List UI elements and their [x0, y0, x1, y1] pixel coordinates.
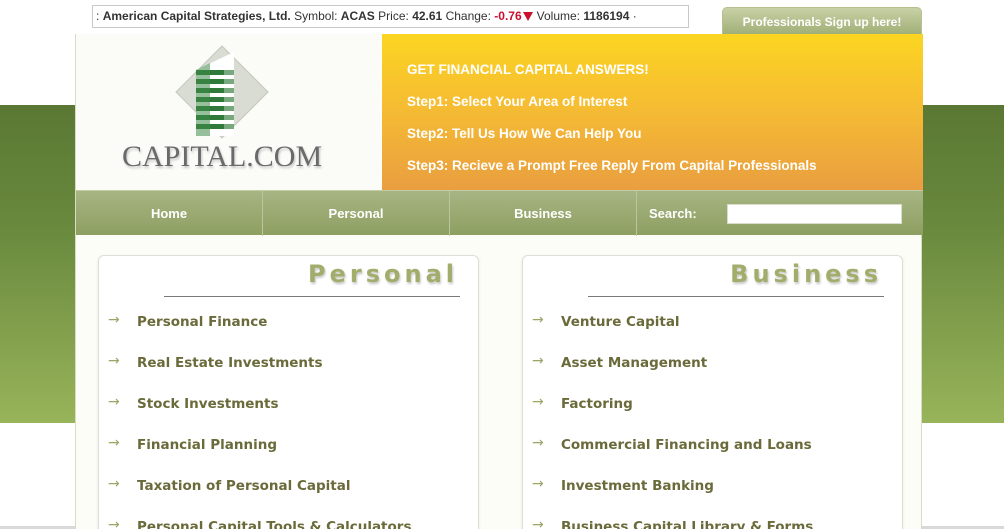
search-input[interactable] [727, 204, 902, 224]
ticker-volume: 1186194 [583, 9, 630, 23]
list-item[interactable]: → Taxation of Personal Capital [99, 473, 478, 514]
arrow-right-icon: → [532, 394, 544, 410]
arrow-right-icon: → [108, 476, 120, 492]
list-item[interactable]: → Factoring [523, 391, 902, 432]
ticker-price-label: Price: [378, 9, 409, 23]
down-arrow-icon [522, 12, 533, 21]
arrow-right-icon: → [532, 435, 544, 451]
ticker-symbol-label: Symbol: [294, 9, 338, 23]
list-item-label[interactable]: Business Capital Library & Forms [561, 519, 813, 529]
list-item-label[interactable]: Personal Capital Tools & Calculators [137, 519, 411, 529]
list-item[interactable]: → Business Capital Library & Forms [523, 514, 902, 529]
list-item-label[interactable]: Asset Management [561, 355, 707, 371]
business-list: → Venture Capital → Asset Management → Fact… [523, 309, 902, 529]
list-item-label[interactable]: Personal Finance [137, 314, 267, 330]
list-item[interactable]: → Real Estate Investments [99, 350, 478, 391]
logo[interactable]: CAPITAL.COM [76, 34, 382, 190]
arrow-right-icon: → [108, 517, 120, 529]
main-nav: Home Personal Business Search: [76, 190, 923, 236]
ticker-prefix: : [96, 9, 100, 23]
list-item[interactable]: → Commercial Financing and Loans [523, 432, 902, 473]
ticker-price: 42.61 [412, 9, 443, 23]
business-panel: Business → Venture Capital → Asset Managem… [522, 255, 903, 529]
personal-title: Personal [308, 260, 458, 288]
list-item[interactable]: → Financial Planning [99, 432, 478, 473]
cta-step-1: Step1: Select Your Area of Interest [407, 94, 628, 109]
ticker-change: -0.76 [494, 9, 522, 23]
title-divider [588, 296, 884, 297]
list-item[interactable]: → Venture Capital [523, 309, 902, 350]
list-item-label[interactable]: Taxation of Personal Capital [137, 478, 350, 494]
personal-list: → Personal Finance → Real Estate Investmen… [99, 309, 478, 529]
ticker-change-label: Change: [445, 9, 491, 23]
cta-banner: GET FINANCIAL CAPITAL ANSWERS! Step1: Se… [382, 34, 923, 190]
list-item-label[interactable]: Investment Banking [561, 478, 714, 494]
nav-personal[interactable]: Personal [263, 191, 450, 236]
arrow-right-icon: → [532, 353, 544, 369]
cta-headline: GET FINANCIAL CAPITAL ANSWERS! [407, 62, 649, 77]
main-container: CAPITAL.COM GET FINANCIAL CAPITAL ANSWER… [75, 34, 923, 529]
building-logo-icon [175, 45, 269, 139]
ticker-volume-label: Volume: [536, 9, 580, 23]
professionals-signup-button[interactable]: Professionals Sign up here! [722, 7, 922, 35]
list-item-label[interactable]: Real Estate Investments [137, 355, 323, 371]
list-item-label[interactable]: Financial Planning [137, 437, 277, 453]
list-item[interactable]: → Investment Banking [523, 473, 902, 514]
list-item-label[interactable]: Venture Capital [561, 314, 680, 330]
list-item[interactable]: → Asset Management [523, 350, 902, 391]
list-item[interactable]: → Personal Finance [99, 309, 478, 350]
arrow-right-icon: → [532, 476, 544, 492]
nav-home[interactable]: Home [76, 191, 263, 236]
list-item[interactable]: → Personal Capital Tools & Calculators [99, 514, 478, 529]
list-item-label[interactable]: Commercial Financing and Loans [561, 437, 812, 453]
arrow-right-icon: → [108, 312, 120, 328]
list-item[interactable]: → Stock Investments [99, 391, 478, 432]
logo-text: CAPITAL.COM [122, 140, 323, 173]
cta-step-2: Step2: Tell Us How We Can Help You [407, 126, 642, 141]
business-title: Business [730, 260, 882, 288]
arrow-right-icon: → [108, 435, 120, 451]
cta-step-3: Step3: Recieve a Prompt Free Reply From … [407, 158, 817, 173]
ticker-symbol: ACAS [340, 9, 375, 23]
arrow-right-icon: → [108, 353, 120, 369]
ticker-company: American Capital Strategies, Ltd. [102, 9, 291, 23]
arrow-right-icon: → [532, 312, 544, 328]
arrow-right-icon: → [108, 394, 120, 410]
arrow-right-icon: → [532, 517, 544, 529]
nav-business[interactable]: Business [450, 191, 637, 236]
stock-ticker: : American Capital Strategies, Ltd. Symb… [92, 5, 689, 28]
list-item-label[interactable]: Stock Investments [137, 396, 279, 412]
search-label: Search: [649, 206, 697, 221]
list-item-label[interactable]: Factoring [561, 396, 633, 412]
personal-panel: Personal → Personal Finance → Real Estate … [98, 255, 479, 529]
ticker-suffix: · [632, 9, 637, 23]
title-divider [164, 296, 460, 297]
